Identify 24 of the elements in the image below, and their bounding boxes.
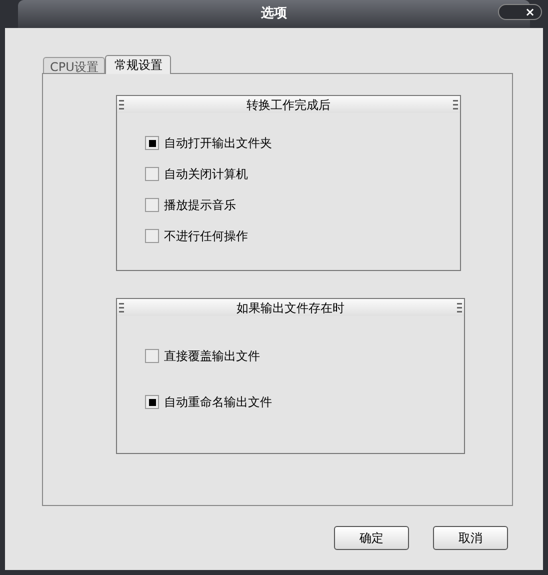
checkbox[interactable]	[145, 136, 159, 150]
group-title: 如果输出文件存在时	[236, 300, 344, 316]
checkbox[interactable]	[145, 395, 159, 409]
option-label: 自动重命名输出文件	[164, 394, 272, 411]
group-title: 转换工作完成后	[246, 96, 330, 114]
grip-icon	[119, 100, 124, 110]
grip-icon	[457, 302, 462, 312]
grip-icon	[119, 302, 124, 312]
option-label: 播放提示音乐	[164, 197, 236, 214]
tab[interactable]: 常规设置	[105, 55, 172, 74]
checkbox[interactable]	[145, 349, 159, 363]
dialog-button[interactable]: 取消	[433, 526, 508, 550]
window-title: 选项	[261, 5, 287, 24]
option-label: 不进行任何操作	[164, 228, 248, 245]
close-button[interactable]: ×	[498, 4, 542, 20]
checkbox[interactable]	[145, 229, 159, 243]
dialog-button[interactable]: 确定	[334, 526, 409, 550]
option-label: 直接覆盖输出文件	[164, 348, 260, 365]
option-label: 自动关闭计算机	[164, 166, 248, 183]
grip-icon	[453, 100, 458, 110]
option-label: 自动打开输出文件夹	[164, 135, 272, 152]
checkbox[interactable]	[145, 167, 159, 181]
checkbox[interactable]	[145, 198, 159, 212]
tab[interactable]: CPU设置	[43, 57, 106, 73]
